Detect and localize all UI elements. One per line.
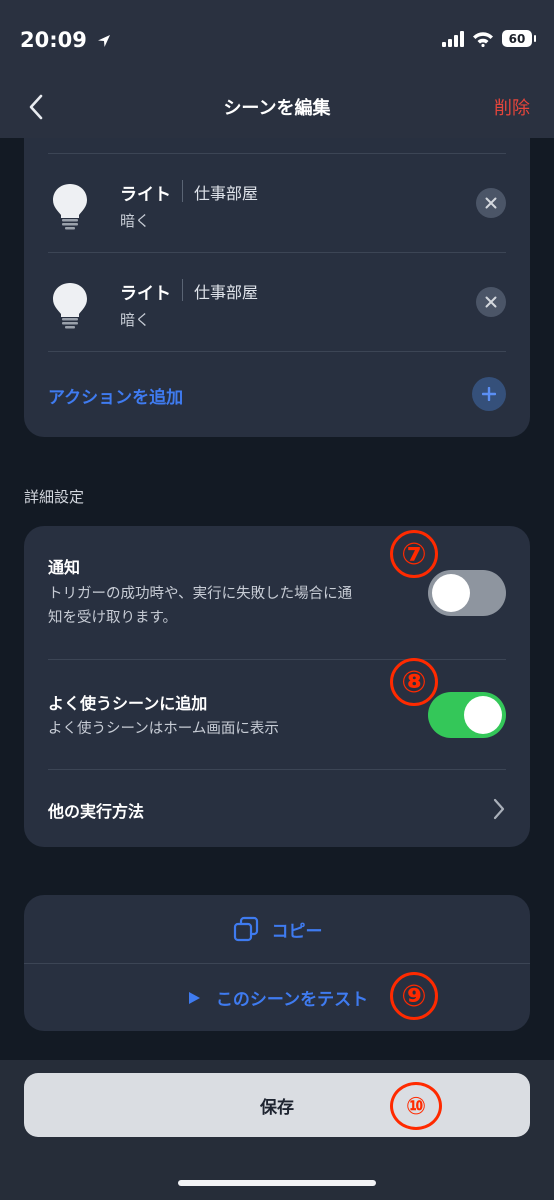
action-state: 暗く — [120, 212, 151, 230]
test-scene-button[interactable]: このシーンをテスト — [24, 964, 530, 1031]
remove-action-button[interactable] — [476, 188, 506, 218]
delete-button[interactable]: 削除 — [494, 94, 530, 120]
cellular-signal-icon — [442, 30, 464, 47]
annotation-marker-8: ⑧ — [390, 658, 438, 706]
copy-label: コピー — [271, 921, 323, 942]
add-action-link[interactable]: アクションを追加 — [48, 383, 183, 408]
divider — [48, 351, 506, 352]
status-indicators: 60 — [442, 30, 536, 47]
action-device-name: ライト — [120, 284, 171, 304]
plus-icon — [482, 387, 496, 401]
chevron-right-icon — [493, 798, 505, 820]
copy-icon — [233, 916, 258, 942]
lightbulb-icon — [53, 184, 87, 230]
lightbulb-icon — [53, 283, 87, 329]
action-item[interactable]: ライト 仕事部屋 暗く — [48, 253, 506, 351]
notification-description-line2: 知を受け取ります。 — [48, 610, 178, 626]
divider — [48, 659, 506, 660]
save-label: 保存 — [260, 1097, 294, 1118]
notification-toggle[interactable] — [428, 570, 506, 616]
page-title: シーンを編集 — [223, 98, 331, 119]
favorite-description: よく使うシーンはホーム画面に表示 — [48, 721, 279, 737]
annotation-marker-10: ⑩ — [390, 1082, 442, 1130]
home-indicator — [178, 1180, 376, 1186]
toggle-knob — [432, 574, 470, 612]
other-methods-row[interactable]: 他の実行方法 — [48, 770, 506, 846]
section-label-advanced: 詳細設定 — [24, 488, 85, 506]
wifi-icon — [473, 31, 493, 47]
action-device-name: ライト — [120, 185, 171, 205]
test-scene-label: このシーンをテスト — [215, 990, 369, 1010]
copy-button[interactable]: コピー — [24, 895, 530, 963]
status-time: 20:09 — [20, 28, 112, 52]
remove-action-button[interactable] — [476, 287, 506, 317]
action-state: 暗く — [120, 311, 151, 329]
toggle-knob — [464, 696, 502, 734]
divider — [182, 279, 183, 301]
annotation-marker-9: ⑨ — [390, 972, 438, 1020]
status-time-text: 20:09 — [20, 28, 87, 52]
play-icon — [188, 991, 200, 1004]
notification-title: 通知 — [48, 558, 81, 577]
favorite-title: よく使うシーンに追加 — [48, 694, 208, 713]
location-arrow-icon — [98, 35, 111, 47]
divider — [182, 180, 183, 202]
add-action-button[interactable] — [472, 377, 506, 411]
other-methods-title: 他の実行方法 — [48, 802, 145, 821]
action-item[interactable]: ライト 仕事部屋 暗く — [48, 154, 506, 252]
notification-description: トリガーの成功時や、実行に失敗した場合に通 — [48, 586, 353, 602]
favorite-toggle[interactable] — [428, 692, 506, 738]
action-room-name: 仕事部屋 — [194, 283, 259, 302]
action-room-name: 仕事部屋 — [194, 184, 259, 203]
battery-level: 60 — [508, 31, 526, 46]
battery-icon: 60 — [502, 30, 536, 47]
save-button[interactable]: 保存 — [24, 1073, 530, 1137]
annotation-marker-7: ⑦ — [390, 530, 438, 578]
